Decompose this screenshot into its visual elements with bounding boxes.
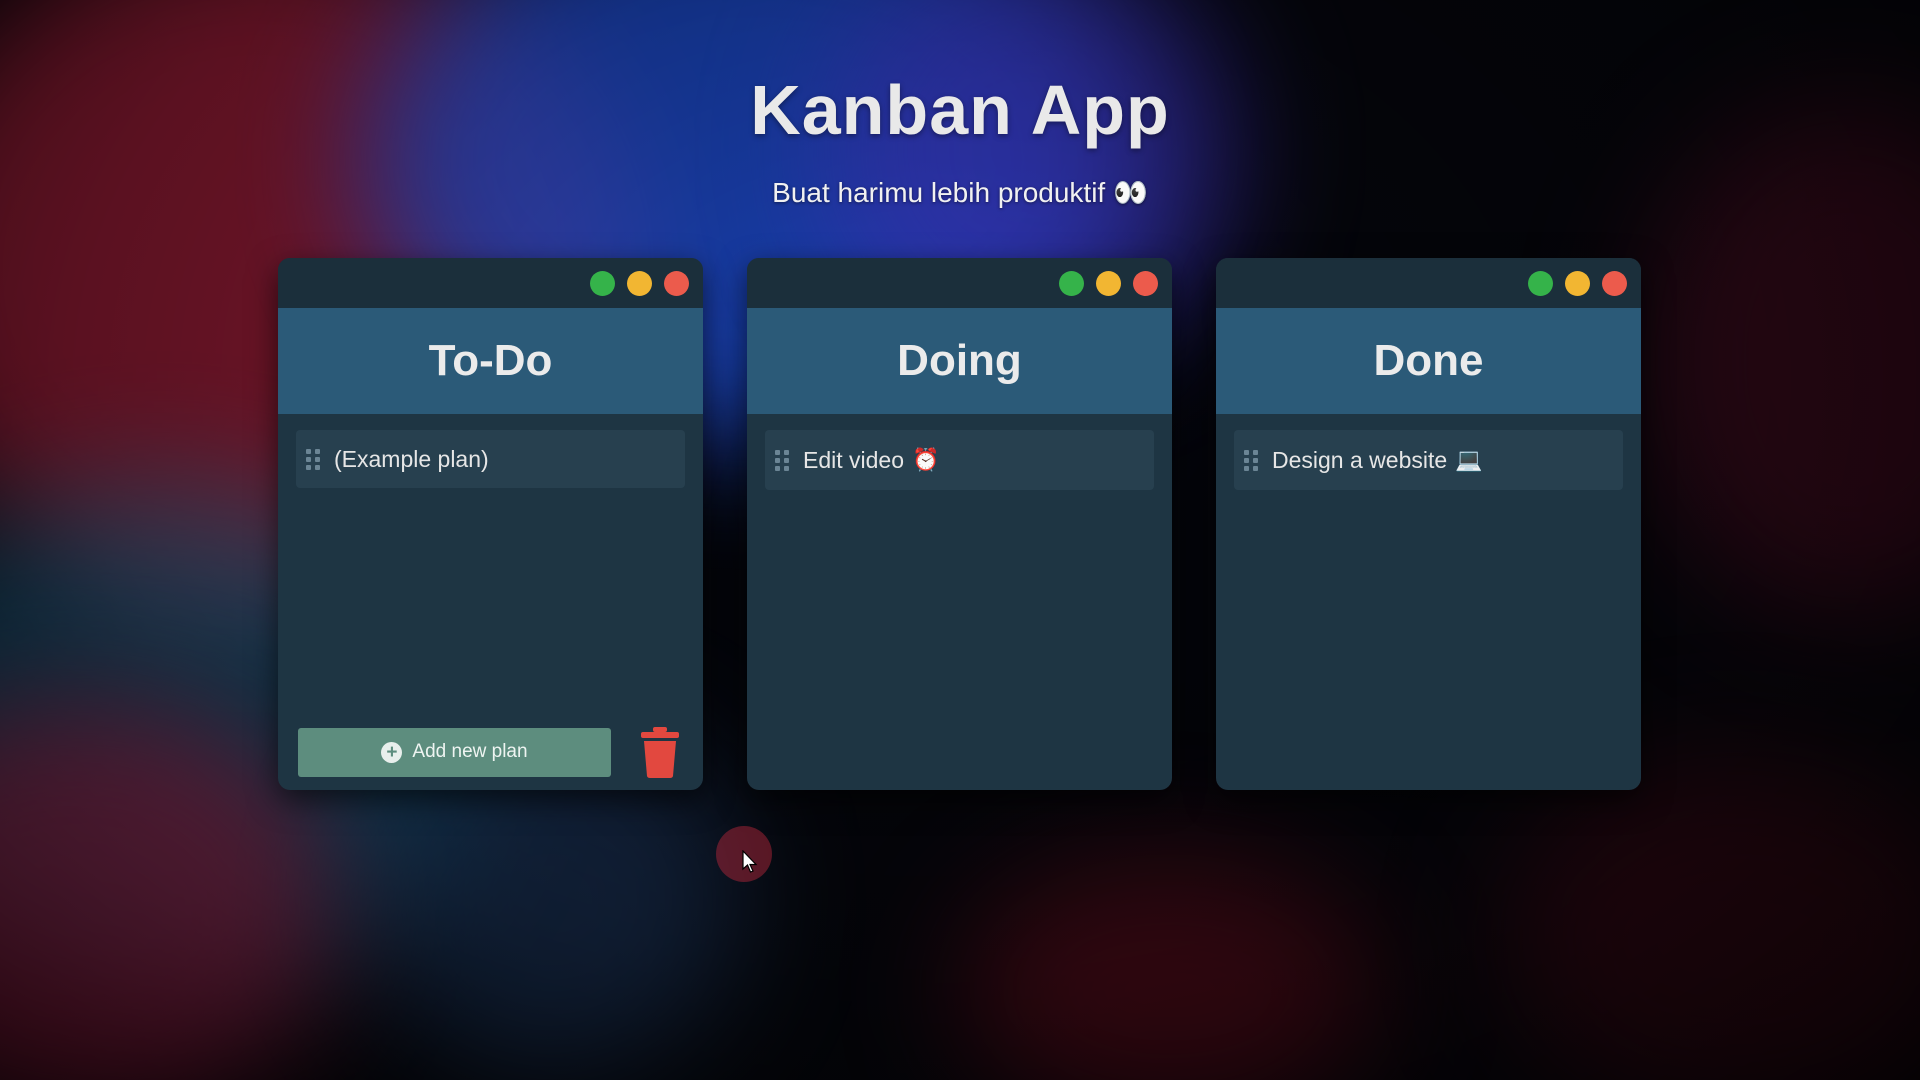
card-list: (Example plan) [278,414,703,504]
window-bar [278,258,703,308]
red-dot-icon[interactable] [664,270,689,296]
add-new-plan-button[interactable]: + Add new plan [298,727,611,777]
column-title: Doing [897,336,1022,385]
yellow-dot-icon[interactable] [1565,270,1590,296]
add-new-plan-label: Add new plan [412,741,528,762]
yellow-dot-icon[interactable] [627,270,652,296]
kanban-board: To-Do (Example plan) + Add new plan Doin… [278,258,1641,790]
task-card[interactable]: (Example plan) [296,430,685,488]
yellow-dot-icon[interactable] [1096,270,1121,296]
task-text: (Example plan) [334,445,489,472]
column-todo: To-Do (Example plan) + Add new plan [278,258,703,790]
page-header: Kanban App Buat harimu lebih produktif 👀 [0,70,1920,209]
card-list: Design a website 💻 [1216,414,1641,506]
column-header: Doing [747,308,1172,414]
red-dot-icon[interactable] [1133,270,1158,296]
laptop-icon: 💻 [1455,447,1483,472]
column-footer: + Add new plan [298,726,688,778]
red-dot-icon[interactable] [1602,270,1627,296]
window-bar [747,258,1172,308]
task-card[interactable]: Edit video ⏰ [765,430,1154,490]
column-header: Done [1216,308,1641,414]
green-dot-icon[interactable] [590,270,615,296]
column-title: To-Do [428,336,553,385]
column-done: Done Design a website 💻 [1216,258,1641,790]
task-text: Design a website [1272,446,1448,473]
column-header: To-Do [278,308,703,414]
drag-handle-icon[interactable] [1244,448,1258,472]
mouse-cursor-icon [742,850,758,873]
task-card[interactable]: Design a website 💻 [1234,430,1623,490]
green-dot-icon[interactable] [1059,270,1084,296]
card-list: Edit video ⏰ [747,414,1172,506]
column-title: Done [1373,336,1484,385]
plus-circle-icon: + [381,741,403,763]
drag-handle-icon[interactable] [306,447,320,471]
window-bar [1216,258,1641,308]
app-subtitle: Buat harimu lebih produktif 👀 [772,177,1148,208]
app-title: Kanban App [750,71,1170,149]
alarm-clock-icon: ⏰ [912,447,940,472]
column-doing: Doing Edit video ⏰ [747,258,1172,790]
drag-handle-icon[interactable] [775,448,789,472]
green-dot-icon[interactable] [1528,270,1553,296]
task-text: Edit video [803,446,905,473]
trash-icon[interactable] [639,726,681,778]
